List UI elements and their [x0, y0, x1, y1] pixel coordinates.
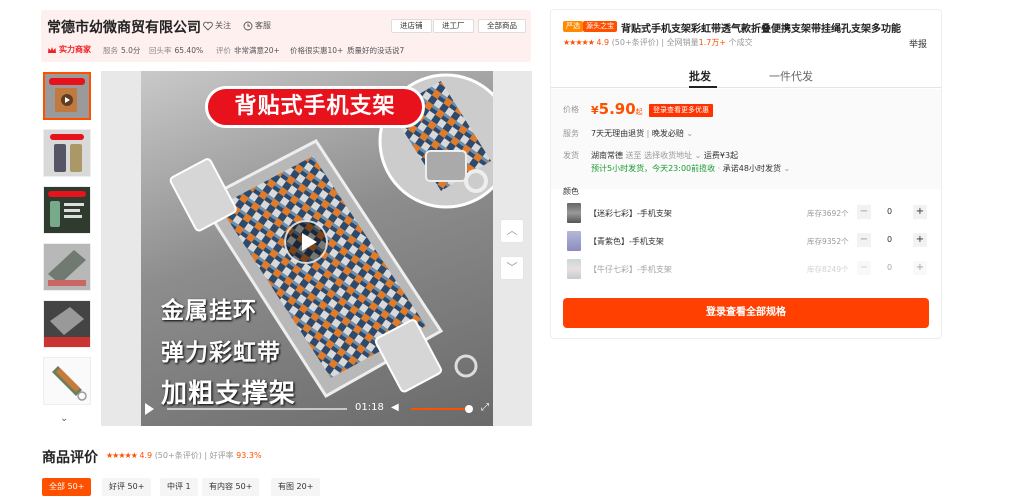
review-tab-all[interactable]: 全部 50+ [42, 478, 92, 496]
stat-return-rate: 回头率 65.40% [149, 46, 204, 55]
login-view-all-specs-button[interactable]: 登录查看全部规格 [563, 298, 929, 328]
crown-icon [48, 46, 56, 53]
stat-review: 评价 非常满意20+ [216, 46, 280, 55]
shop-name[interactable]: 常德市幼微商贸有限公司 [47, 17, 201, 37]
reviews-title: 商品评价 [42, 450, 98, 466]
price: ¥5.90起 [591, 100, 643, 118]
qty-value[interactable]: 0 [887, 263, 892, 272]
qty-increase-button[interactable]: + [913, 261, 927, 275]
video-controls: 01:18 ◀ ⤢ [141, 400, 493, 418]
qty-decrease-button[interactable]: − [857, 261, 871, 275]
qty-value[interactable]: 0 [887, 235, 892, 244]
qty-increase-button[interactable]: + [913, 205, 927, 219]
sku-stock: 库存3692个 [807, 209, 849, 218]
ship-row-label: 发货 [563, 151, 579, 160]
thumbnail-6[interactable] [43, 357, 91, 405]
heart-icon [203, 21, 213, 31]
sku-name: 【牛仔七彩】-手机支架 [589, 265, 672, 274]
ship-promise-row[interactable]: 预计5小时发货，今天23:00前揽收 · 承诺48小时发货 ⌄ [591, 163, 790, 174]
price-box: 价格 ¥5.90起 登录查看更多优惠 服务 7天无理由退货 | 晚发必赔 ⌄ 发… [551, 89, 941, 189]
tag-strict: 严选 [563, 21, 583, 32]
reviews-summary: ★★★★★ 4.9 (50+条评价) | 好评率 93.3% [106, 451, 262, 460]
play-video-button[interactable] [284, 220, 328, 264]
sku-thumbnail[interactable] [567, 203, 581, 223]
enter-shop-button[interactable]: 进店铺 [391, 19, 432, 33]
product-rating-row: ★★★★★ 4.9 (50+条评价) | 全网销量1.7万+ 个成交 [563, 38, 753, 47]
tab-dropship[interactable]: 一件代发 [769, 68, 813, 84]
sku-thumbnail[interactable] [567, 231, 581, 251]
chevron-up-icon[interactable]: ︿ [500, 219, 524, 243]
all-products-button[interactable]: 全部商品 [478, 19, 526, 33]
follow-button[interactable]: 关注 [203, 20, 231, 31]
star-rating-icon: ★★★★★ [563, 38, 595, 47]
enter-factory-button[interactable]: 进工厂 [433, 19, 474, 33]
thumbnail-scroll-down-icon[interactable]: ⌄ [60, 413, 68, 424]
qty-decrease-button[interactable]: − [857, 233, 871, 247]
service-row[interactable]: 7天无理由退货 | 晚发必赔 ⌄ [591, 128, 693, 139]
follow-label: 关注 [215, 21, 231, 30]
overlay-line-1: 金属挂环 [161, 298, 257, 324]
tag-source: 源头之宝 [583, 21, 617, 32]
thumbnail-4[interactable] [43, 243, 91, 291]
video-progress[interactable] [167, 408, 347, 410]
qty-decrease-button[interactable]: − [857, 205, 871, 219]
video-time: 01:18 [355, 402, 384, 413]
chevron-down-icon[interactable]: ⌄ [187, 18, 196, 31]
main-banner: 背贴式手机支架 [205, 86, 425, 128]
sku-row: 【青紫色】-手机支架 库存9352个 − 0 + [563, 230, 933, 254]
overlay-line-2: 弹力彩虹带 [161, 340, 281, 366]
stat-review-quality: 质量好的没话说7 [347, 46, 405, 55]
tab-wholesale[interactable]: 批发 [689, 68, 711, 84]
tab-active-indicator [689, 86, 717, 88]
review-tab-good[interactable]: 好评 50+ [102, 478, 152, 496]
volume-icon[interactable]: ◀ [391, 402, 399, 413]
sku-stock: 库存8249个 [807, 265, 849, 274]
review-tab-medium[interactable]: 中评 1 [160, 478, 198, 496]
review-tab-content[interactable]: 有内容 50+ [202, 478, 260, 496]
video-play-icon[interactable] [145, 403, 154, 415]
purchase-tabs: 批发 一件代发 [551, 62, 941, 88]
sku-row: 【迷彩七彩】-手机支架 库存3692个 − 0 + [563, 202, 933, 226]
chevron-down-icon[interactable]: ﹀ [500, 256, 524, 280]
login-promo-button[interactable]: 登录查看更多优惠 [649, 104, 713, 117]
service-label: 客服 [255, 21, 271, 30]
service-button[interactable]: 客服 [243, 20, 271, 31]
review-tab-images[interactable]: 有图 20+ [271, 478, 321, 496]
price-label: 价格 [563, 105, 579, 114]
strength-badge: 实力商家 [47, 44, 91, 55]
sku-row: 【牛仔七彩】-手机支架 库存8249个 − 0 + [563, 258, 933, 282]
thumbnail-5[interactable] [43, 300, 91, 348]
thumbnail-1[interactable] [43, 72, 91, 120]
fullscreen-icon[interactable]: ⤢ [481, 402, 489, 413]
strength-badge-label: 实力商家 [59, 45, 91, 54]
product-title: 背贴式手机支架彩虹带透气款折叠便携支架带挂绳孔支架多功能 [621, 24, 901, 35]
main-media[interactable]: 背贴式手机支架 金属挂环 弹力彩虹带 加粗支撑架 01:18 ◀ ⤢ [101, 71, 532, 426]
volume-slider[interactable] [411, 408, 469, 410]
thumbnail-3[interactable] [43, 186, 91, 234]
sku-name: 【迷彩七彩】-手机支架 [589, 209, 672, 218]
stat-service: 服务 5.0分 [103, 46, 141, 55]
star-rating-icon: ★★★★★ [106, 451, 138, 460]
ship-row[interactable]: 湖南常德 送至 选择收货地址 ⌄ 运费¥3起 [591, 150, 738, 161]
sku-stock: 库存9352个 [807, 237, 849, 246]
thumbnail-2[interactable] [43, 129, 91, 177]
purchase-panel: 严选 源头之宝 背贴式手机支架彩虹带透气款折叠便携支架带挂绳孔支架多功能 ★★★… [550, 9, 942, 339]
report-link[interactable]: 举报 [909, 37, 927, 50]
shop-header: 常德市幼微商贸有限公司 ⌄ 关注 客服 进店铺 进工厂 全部商品 实力商家 服务… [41, 10, 531, 62]
sku-thumbnail[interactable] [567, 259, 581, 279]
qty-value[interactable]: 0 [887, 207, 892, 216]
service-row-label: 服务 [563, 129, 579, 138]
volume-knob[interactable] [465, 405, 473, 413]
qty-increase-button[interactable]: + [913, 233, 927, 247]
sku-name: 【青紫色】-手机支架 [589, 237, 664, 246]
stat-review-price: 价格很实惠10+ [290, 46, 344, 55]
color-label: 颜色 [563, 187, 579, 196]
clock-icon [243, 21, 253, 30]
